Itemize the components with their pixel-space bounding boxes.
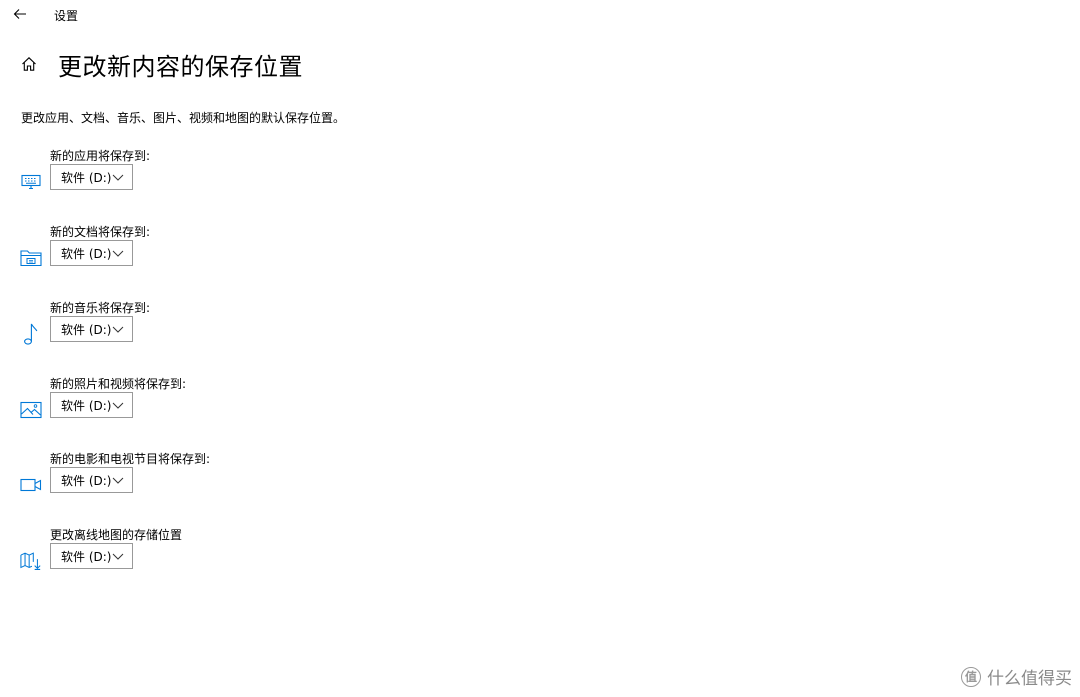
documents-location-dropdown[interactable]: 软件 (D:): [50, 240, 133, 266]
watermark-text: 什么值得买: [987, 669, 1072, 689]
chevron-down-icon: [112, 174, 124, 181]
offline-maps-location-dropdown[interactable]: 软件 (D:): [50, 543, 133, 569]
page-title: 更改新内容的保存位置: [58, 52, 303, 81]
movies-tv-location-dropdown[interactable]: 软件 (D:): [50, 467, 133, 493]
page-description: 更改应用、文档、音乐、图片、视频和地图的默认保存位置。: [21, 111, 346, 125]
setting-label: 新的音乐将保存到:: [50, 301, 151, 315]
chevron-down-icon: [112, 477, 124, 484]
map-download-icon: [20, 550, 42, 572]
setting-label: 新的文档将保存到:: [50, 225, 151, 239]
setting-movies-tv: 新的电影和电视节目将保存到: 软件 (D:): [20, 450, 420, 520]
photos-videos-location-dropdown[interactable]: 软件 (D:): [50, 392, 133, 418]
dropdown-value: 软件 (D:): [61, 473, 112, 488]
home-button[interactable]: [18, 53, 40, 75]
setting-photos-videos: 新的照片和视频将保存到: 软件 (D:): [20, 375, 420, 445]
home-icon: [22, 57, 36, 71]
setting-music: 新的音乐将保存到: 软件 (D:): [20, 299, 420, 369]
document-folder-icon: [20, 247, 42, 269]
chevron-down-icon: [112, 553, 124, 560]
dropdown-value: 软件 (D:): [61, 170, 112, 185]
page-header: 更改新内容的保存位置: [18, 44, 303, 84]
dropdown-value: 软件 (D:): [61, 246, 112, 261]
apps-location-dropdown[interactable]: 软件 (D:): [50, 164, 133, 190]
dropdown-value: 软件 (D:): [61, 398, 112, 413]
setting-label: 新的电影和电视节目将保存到:: [50, 452, 211, 466]
chevron-down-icon: [112, 402, 124, 409]
setting-label: 新的照片和视频将保存到:: [50, 377, 187, 391]
setting-apps: 新的应用将保存到: 软件 (D:): [20, 147, 420, 217]
watermark-logo-icon: 值: [961, 666, 981, 687]
video-camera-icon: [20, 474, 42, 496]
music-location-dropdown[interactable]: 软件 (D:): [50, 316, 133, 342]
dropdown-value: 软件 (D:): [61, 549, 112, 564]
watermark: 值 什么值得买: [961, 664, 1072, 689]
chevron-down-icon: [112, 250, 124, 257]
chevron-down-icon: [112, 326, 124, 333]
music-note-icon: [20, 323, 42, 345]
setting-label: 新的应用将保存到:: [50, 149, 151, 163]
picture-icon: [20, 399, 42, 421]
app-title: 设置: [54, 9, 79, 23]
monitor-icon: [20, 171, 42, 193]
setting-documents: 新的文档将保存到: 软件 (D:): [20, 223, 420, 293]
back-button[interactable]: [8, 3, 32, 25]
dropdown-value: 软件 (D:): [61, 322, 112, 337]
back-arrow-icon: [13, 9, 26, 19]
setting-offline-maps: 更改离线地图的存储位置 软件 (D:): [20, 526, 420, 596]
setting-label: 更改离线地图的存储位置: [50, 528, 183, 542]
title-bar: 设置: [0, 0, 1080, 28]
